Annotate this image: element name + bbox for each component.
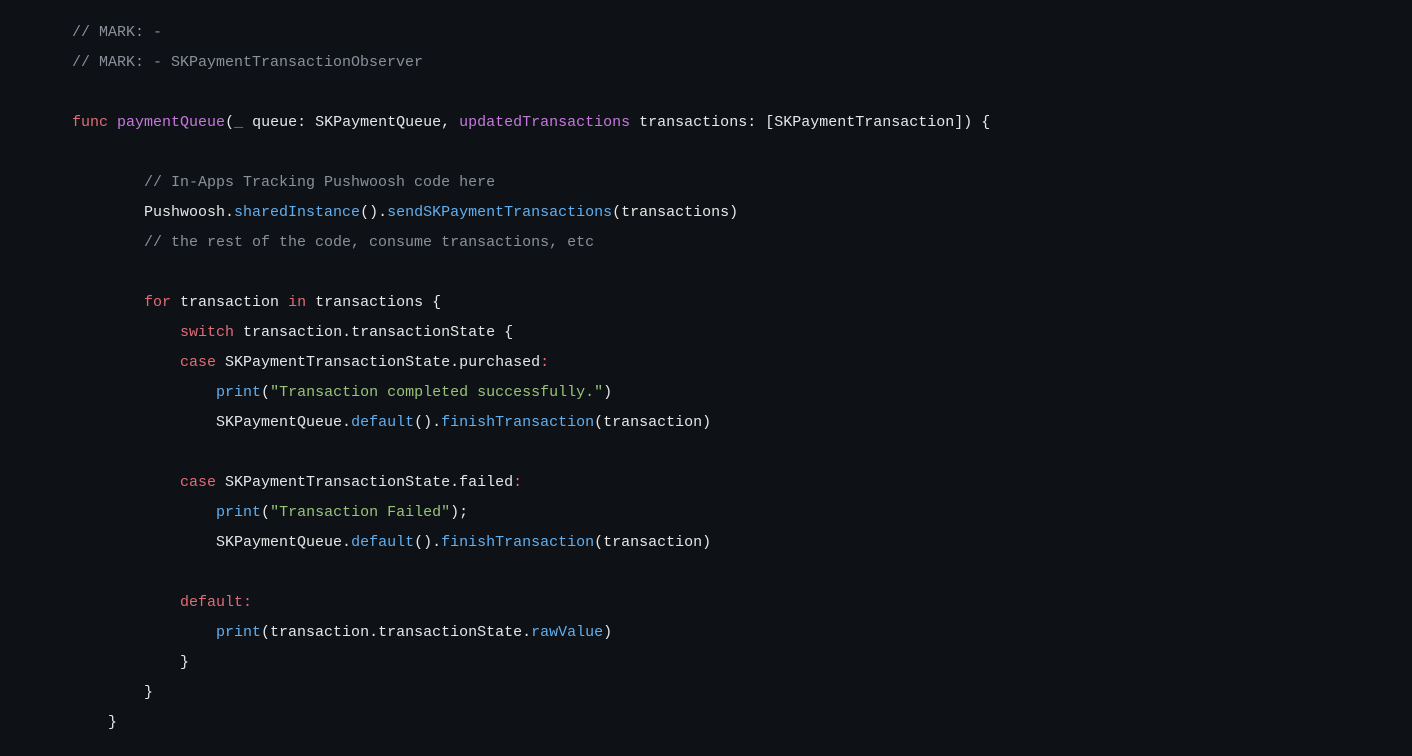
string: "Transaction Failed" bbox=[270, 504, 450, 521]
indent bbox=[72, 324, 180, 341]
call: default bbox=[351, 534, 414, 551]
punct: (transaction.transactionState. bbox=[261, 624, 531, 641]
id: transaction.transactionState { bbox=[234, 324, 513, 341]
indent bbox=[72, 294, 144, 311]
punct: (). bbox=[414, 534, 441, 551]
line: // MARK: - bbox=[72, 24, 162, 41]
indent bbox=[72, 474, 180, 491]
brace: } bbox=[180, 654, 189, 671]
punct: (). bbox=[360, 204, 387, 221]
line: case SKPaymentTransactionState.failed: bbox=[72, 474, 522, 491]
call: finishTransaction bbox=[441, 414, 594, 431]
line: switch transaction.transactionState { bbox=[72, 324, 513, 341]
id: Pushwoosh. bbox=[144, 204, 234, 221]
punct: ( bbox=[261, 504, 270, 521]
comment: // the rest of the code, consume transac… bbox=[144, 234, 594, 251]
line: SKPaymentQueue.default().finishTransacti… bbox=[72, 414, 711, 431]
kw-for: for bbox=[144, 294, 171, 311]
punct: ; bbox=[459, 504, 468, 521]
id: SKPaymentTransactionState.failed bbox=[216, 474, 513, 491]
id: SKPaymentQueue. bbox=[216, 414, 351, 431]
string: "Transaction completed successfully." bbox=[270, 384, 603, 401]
line: func paymentQueue(_ queue: SKPaymentQueu… bbox=[72, 114, 990, 131]
sig: transactions: [SKPaymentTransaction]) { bbox=[630, 114, 990, 131]
indent bbox=[72, 594, 180, 611]
call-print: print bbox=[216, 504, 261, 521]
line: case SKPaymentTransactionState.purchased… bbox=[72, 354, 549, 371]
fn-name: paymentQueue bbox=[117, 114, 225, 131]
id: transaction bbox=[171, 294, 288, 311]
keyword-func: func bbox=[72, 114, 108, 131]
line: } bbox=[72, 654, 189, 671]
id: SKPaymentTransactionState.purchased bbox=[216, 354, 540, 371]
punct: ( bbox=[261, 384, 270, 401]
punct: ) bbox=[603, 624, 612, 641]
kw-in: in bbox=[288, 294, 306, 311]
call-print: print bbox=[216, 384, 261, 401]
code-block: // MARK: - // MARK: - SKPaymentTransacti… bbox=[0, 0, 1412, 756]
indent bbox=[72, 654, 180, 671]
indent bbox=[72, 714, 108, 731]
line: print("Transaction Failed"); bbox=[72, 504, 468, 521]
indent bbox=[72, 204, 144, 221]
line: print("Transaction completed successfull… bbox=[72, 384, 612, 401]
punct: ) bbox=[450, 504, 459, 521]
punct: (transactions) bbox=[612, 204, 738, 221]
brace: } bbox=[144, 684, 153, 701]
underscore: _ bbox=[234, 114, 243, 131]
indent bbox=[72, 504, 216, 521]
call: sharedInstance bbox=[234, 204, 360, 221]
kw-switch: switch bbox=[180, 324, 234, 341]
id: SKPaymentQueue. bbox=[216, 534, 351, 551]
indent bbox=[72, 624, 216, 641]
indent bbox=[72, 534, 216, 551]
kw-case: case bbox=[180, 474, 216, 491]
comment: // MARK: - bbox=[72, 24, 162, 41]
sig: queue: SKPaymentQueue, bbox=[243, 114, 459, 131]
comment: // In-Apps Tracking Pushwoosh code here bbox=[144, 174, 495, 191]
line: for transaction in transactions { bbox=[72, 294, 441, 311]
punct: (transaction) bbox=[594, 534, 711, 551]
line: // the rest of the code, consume transac… bbox=[72, 234, 594, 251]
line: default: bbox=[72, 594, 252, 611]
line: } bbox=[72, 714, 117, 731]
punct: ( bbox=[225, 114, 234, 131]
brace: } bbox=[108, 714, 117, 731]
arg-label: updatedTransactions bbox=[459, 114, 630, 131]
line: // MARK: - SKPaymentTransactionObserver bbox=[72, 54, 423, 71]
line: print(transaction.transactionState.rawVa… bbox=[72, 624, 612, 641]
colon: : bbox=[513, 474, 522, 491]
call: sendSKPaymentTransactions bbox=[387, 204, 612, 221]
indent bbox=[72, 174, 144, 191]
comment: // MARK: - SKPaymentTransactionObserver bbox=[72, 54, 423, 71]
indent bbox=[72, 684, 144, 701]
call-print: print bbox=[216, 624, 261, 641]
call: finishTransaction bbox=[441, 534, 594, 551]
line: Pushwoosh.sharedInstance().sendSKPayment… bbox=[72, 204, 738, 221]
line: // In-Apps Tracking Pushwoosh code here bbox=[72, 174, 495, 191]
call: default bbox=[351, 414, 414, 431]
colon: : bbox=[243, 594, 252, 611]
indent bbox=[72, 234, 144, 251]
line: SKPaymentQueue.default().finishTransacti… bbox=[72, 534, 711, 551]
kw-case: case bbox=[180, 354, 216, 371]
kw-default: default bbox=[180, 594, 243, 611]
punct: ) bbox=[603, 384, 612, 401]
line: } bbox=[72, 684, 153, 701]
id: transactions { bbox=[306, 294, 441, 311]
indent bbox=[72, 384, 216, 401]
punct: (). bbox=[414, 414, 441, 431]
indent bbox=[72, 414, 216, 431]
prop: rawValue bbox=[531, 624, 603, 641]
indent bbox=[72, 354, 180, 371]
punct: (transaction) bbox=[594, 414, 711, 431]
colon: : bbox=[540, 354, 549, 371]
